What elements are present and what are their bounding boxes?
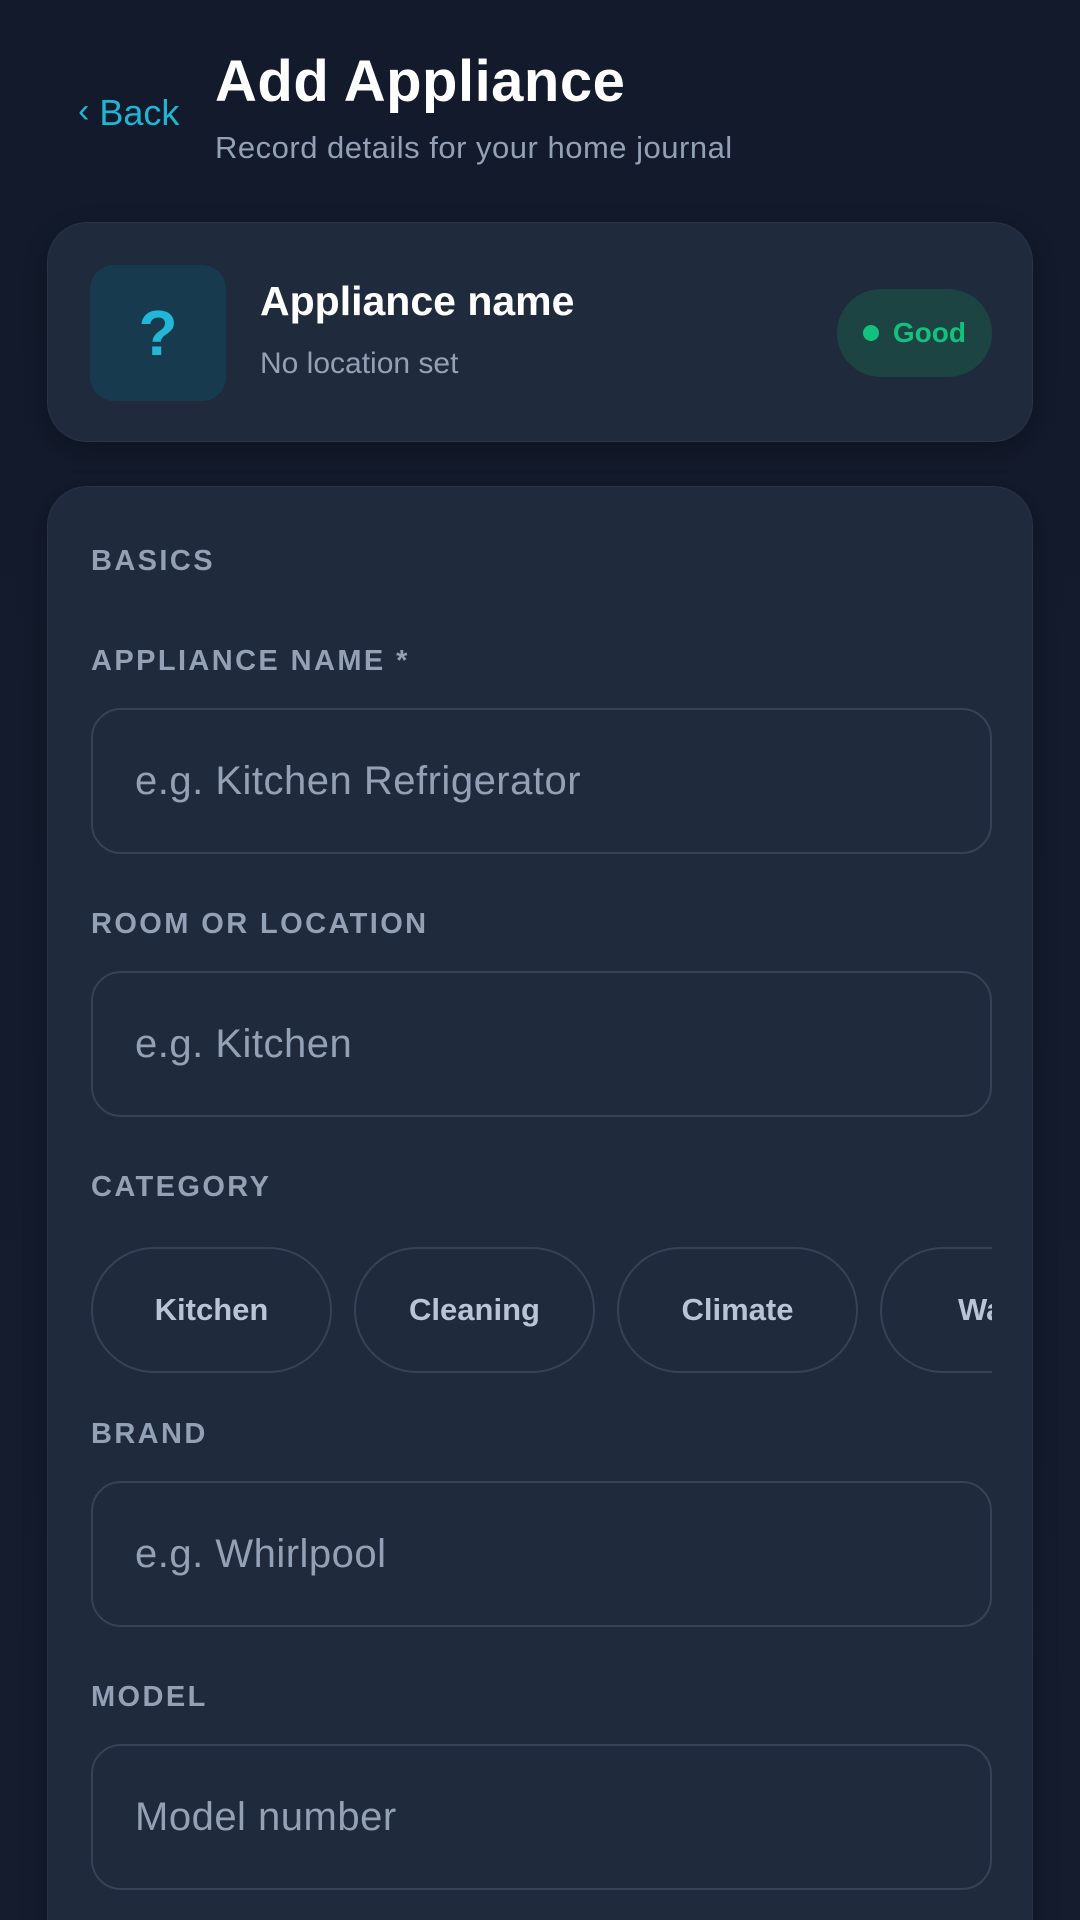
brand-input[interactable] xyxy=(91,1481,992,1627)
category-chip-row[interactable]: Kitchen Cleaning Climate Water xyxy=(91,1247,992,1373)
appliance-icon-tile: ? xyxy=(90,265,226,401)
category-chip-cleaning[interactable]: Cleaning xyxy=(354,1247,595,1373)
status-badge: Good xyxy=(836,289,992,377)
appliance-preview-card: ? Appliance name No location set Good xyxy=(47,222,1033,442)
status-dot-icon xyxy=(862,325,879,341)
question-mark-icon: ? xyxy=(138,297,178,369)
page-title: Add Appliance xyxy=(215,49,626,114)
add-appliance-screen: ‹ Back Add Appliance Record details for … xyxy=(0,0,1080,1920)
appliance-name-label: APPLIANCE NAME * xyxy=(91,645,410,677)
room-location-input[interactable] xyxy=(91,971,992,1117)
model-label: MODEL xyxy=(91,1681,208,1713)
preview-location: No location set xyxy=(260,347,459,380)
preview-name: Appliance name xyxy=(260,278,575,324)
brand-label: BRAND xyxy=(91,1418,208,1450)
section-title-basics: BASICS xyxy=(91,545,215,577)
room-location-label: ROOM OR LOCATION xyxy=(91,908,429,940)
appliance-name-input[interactable] xyxy=(91,708,992,854)
model-input[interactable] xyxy=(91,1744,992,1890)
chevron-left-icon: ‹ xyxy=(78,92,90,130)
back-button[interactable]: ‹ Back xyxy=(78,92,179,134)
back-label: Back xyxy=(99,92,180,133)
category-chip-water[interactable]: Water xyxy=(880,1247,992,1373)
basics-form-card: BASICS APPLIANCE NAME * ROOM OR LOCATION… xyxy=(47,486,1033,1920)
category-label: CATEGORY xyxy=(91,1171,272,1203)
page-subtitle: Record details for your home journal xyxy=(215,130,733,165)
category-chip-kitchen[interactable]: Kitchen xyxy=(91,1247,332,1373)
category-chip-climate[interactable]: Climate xyxy=(617,1247,858,1373)
header: ‹ Back Add Appliance Record details for … xyxy=(0,0,1080,200)
status-label: Good xyxy=(892,317,966,348)
